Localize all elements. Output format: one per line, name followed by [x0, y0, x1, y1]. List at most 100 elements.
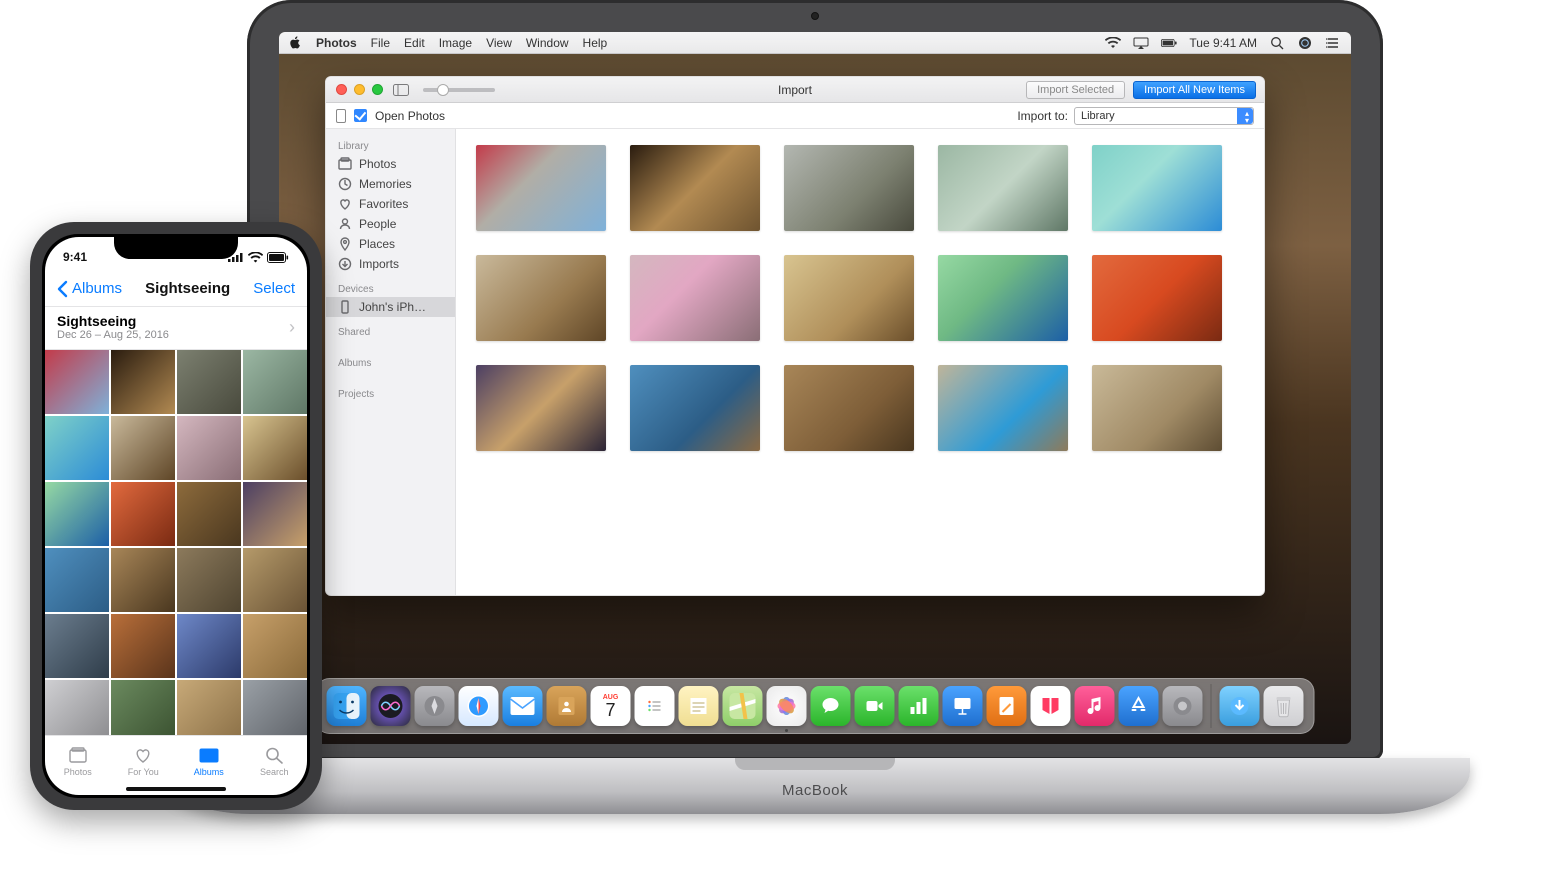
- iphone-photo-thumbnail[interactable]: [177, 680, 241, 735]
- iphone-photo-thumbnail[interactable]: [243, 548, 307, 612]
- window-close-button[interactable]: [336, 84, 347, 95]
- dock-icon-maps[interactable]: [723, 686, 763, 726]
- dock-icon-facetime[interactable]: [855, 686, 895, 726]
- dock-icon-siri[interactable]: [371, 686, 411, 726]
- iphone-photo-thumbnail[interactable]: [243, 680, 307, 735]
- dock-icon-numbers[interactable]: [899, 686, 939, 726]
- dock-icon-safari[interactable]: [459, 686, 499, 726]
- import-to-select[interactable]: Library ▴▾: [1074, 107, 1254, 125]
- import-thumbnail[interactable]: [938, 145, 1068, 231]
- sidebar-item-places[interactable]: Places: [326, 234, 455, 254]
- import-all-button[interactable]: Import All New Items: [1133, 81, 1256, 99]
- dock-icon-music[interactable]: [1075, 686, 1115, 726]
- iphone-select-button[interactable]: Select: [253, 280, 295, 297]
- sidebar-item-memories[interactable]: Memories: [326, 174, 455, 194]
- dock-icon-reminders[interactable]: [635, 686, 675, 726]
- siri-menubar-icon[interactable]: [1297, 37, 1313, 49]
- dock-icon-pages[interactable]: [987, 686, 1027, 726]
- import-thumbnail[interactable]: [1092, 365, 1222, 451]
- dock-icon-mail[interactable]: [503, 686, 543, 726]
- sidebar-item-favorites[interactable]: Favorites: [326, 194, 455, 214]
- sidebar-item-people[interactable]: People: [326, 214, 455, 234]
- import-thumbnail[interactable]: [630, 365, 760, 451]
- iphone-photo-thumbnail[interactable]: [177, 416, 241, 480]
- iphone-photo-thumbnail[interactable]: [111, 482, 175, 546]
- dock-icon-launchpad[interactable]: [415, 686, 455, 726]
- iphone-photo-thumbnail[interactable]: [111, 680, 175, 735]
- iphone-photo-thumbnail[interactable]: [45, 416, 109, 480]
- menubar-item-window[interactable]: Window: [526, 36, 569, 50]
- iphone-photo-thumbnail[interactable]: [45, 482, 109, 546]
- menubar-item-image[interactable]: Image: [439, 36, 472, 50]
- wifi-icon[interactable]: [1105, 37, 1121, 49]
- import-thumbnail[interactable]: [938, 255, 1068, 341]
- import-thumbnail[interactable]: [784, 145, 914, 231]
- notification-center-icon[interactable]: [1325, 37, 1341, 49]
- iphone-back-button[interactable]: Albums: [57, 280, 122, 298]
- dock-icon-messages[interactable]: [811, 686, 851, 726]
- menubar-item-file[interactable]: File: [371, 36, 390, 50]
- import-selected-button[interactable]: Import Selected: [1026, 81, 1125, 99]
- open-photos-checkbox[interactable]: [354, 109, 367, 122]
- menubar-clock[interactable]: Tue 9:41 AM: [1189, 36, 1257, 50]
- iphone-photo-thumbnail[interactable]: [45, 350, 109, 414]
- dock-icon-finder[interactable]: [327, 686, 367, 726]
- dock-icon-downloads[interactable]: [1220, 686, 1260, 726]
- import-thumbnail[interactable]: [630, 145, 760, 231]
- dock-icon-notes[interactable]: [679, 686, 719, 726]
- menubar-app-name[interactable]: Photos: [316, 36, 357, 50]
- iphone-photo-thumbnail[interactable]: [111, 350, 175, 414]
- import-thumbnail[interactable]: [784, 255, 914, 341]
- dock-icon-calendar[interactable]: AUG7: [591, 686, 631, 726]
- sidebar-item-device-iphone[interactable]: John's iPh…: [326, 297, 455, 317]
- iphone-photo-thumbnail[interactable]: [177, 614, 241, 678]
- import-thumbnail[interactable]: [476, 255, 606, 341]
- apple-logo-icon[interactable]: [289, 36, 302, 49]
- import-thumbnail[interactable]: [784, 365, 914, 451]
- dock-icon-appstore[interactable]: [1119, 686, 1159, 726]
- dock-icon-photos[interactable]: [767, 686, 807, 726]
- iphone-photo-thumbnail[interactable]: [177, 548, 241, 612]
- iphone-home-indicator[interactable]: [126, 787, 226, 791]
- iphone-photo-thumbnail[interactable]: [45, 614, 109, 678]
- import-thumbnail[interactable]: [630, 255, 760, 341]
- iphone-tab-albums[interactable]: Albums: [176, 736, 242, 785]
- sidebar-toggle-icon[interactable]: [393, 84, 409, 96]
- import-thumbnail[interactable]: [476, 365, 606, 451]
- import-thumbnail[interactable]: [938, 365, 1068, 451]
- iphone-photo-thumbnail[interactable]: [111, 416, 175, 480]
- dock-icon-settings[interactable]: [1163, 686, 1203, 726]
- import-thumbnail[interactable]: [1092, 255, 1222, 341]
- iphone-photo-thumbnail[interactable]: [45, 680, 109, 735]
- iphone-tab-photos[interactable]: Photos: [45, 736, 111, 785]
- iphone-photo-thumbnail[interactable]: [243, 350, 307, 414]
- sidebar-item-photos[interactable]: Photos: [326, 154, 455, 174]
- airplay-icon[interactable]: [1133, 37, 1149, 49]
- window-minimize-button[interactable]: [354, 84, 365, 95]
- dock-icon-news[interactable]: [1031, 686, 1071, 726]
- sidebar-item-imports[interactable]: Imports: [326, 254, 455, 274]
- iphone-album-header[interactable]: Sightseeing Dec 26 – Aug 25, 2016 ›: [45, 307, 307, 350]
- iphone-photo-thumbnail[interactable]: [45, 548, 109, 612]
- iphone-photo-thumbnail[interactable]: [243, 416, 307, 480]
- menubar-item-view[interactable]: View: [486, 36, 512, 50]
- iphone-photo-thumbnail[interactable]: [111, 548, 175, 612]
- iphone-tab-foryou[interactable]: For You: [111, 736, 177, 785]
- battery-icon[interactable]: [1161, 37, 1177, 49]
- spotlight-icon[interactable]: [1269, 37, 1285, 49]
- dock-icon-contacts[interactable]: [547, 686, 587, 726]
- window-zoom-button[interactable]: [372, 84, 383, 95]
- iphone-photo-thumbnail[interactable]: [177, 482, 241, 546]
- iphone-photo-thumbnail[interactable]: [243, 482, 307, 546]
- iphone-tab-search[interactable]: Search: [242, 736, 308, 785]
- thumbnail-zoom-slider[interactable]: [423, 88, 495, 92]
- dock-icon-keynote[interactable]: [943, 686, 983, 726]
- iphone-photo-thumbnail[interactable]: [111, 614, 175, 678]
- iphone-photo-thumbnail[interactable]: [177, 350, 241, 414]
- import-thumbnail[interactable]: [1092, 145, 1222, 231]
- menubar-item-edit[interactable]: Edit: [404, 36, 425, 50]
- import-thumbnail[interactable]: [476, 145, 606, 231]
- iphone-photo-thumbnail[interactable]: [243, 614, 307, 678]
- dock-icon-trash[interactable]: [1264, 686, 1304, 726]
- menubar-item-help[interactable]: Help: [583, 36, 608, 50]
